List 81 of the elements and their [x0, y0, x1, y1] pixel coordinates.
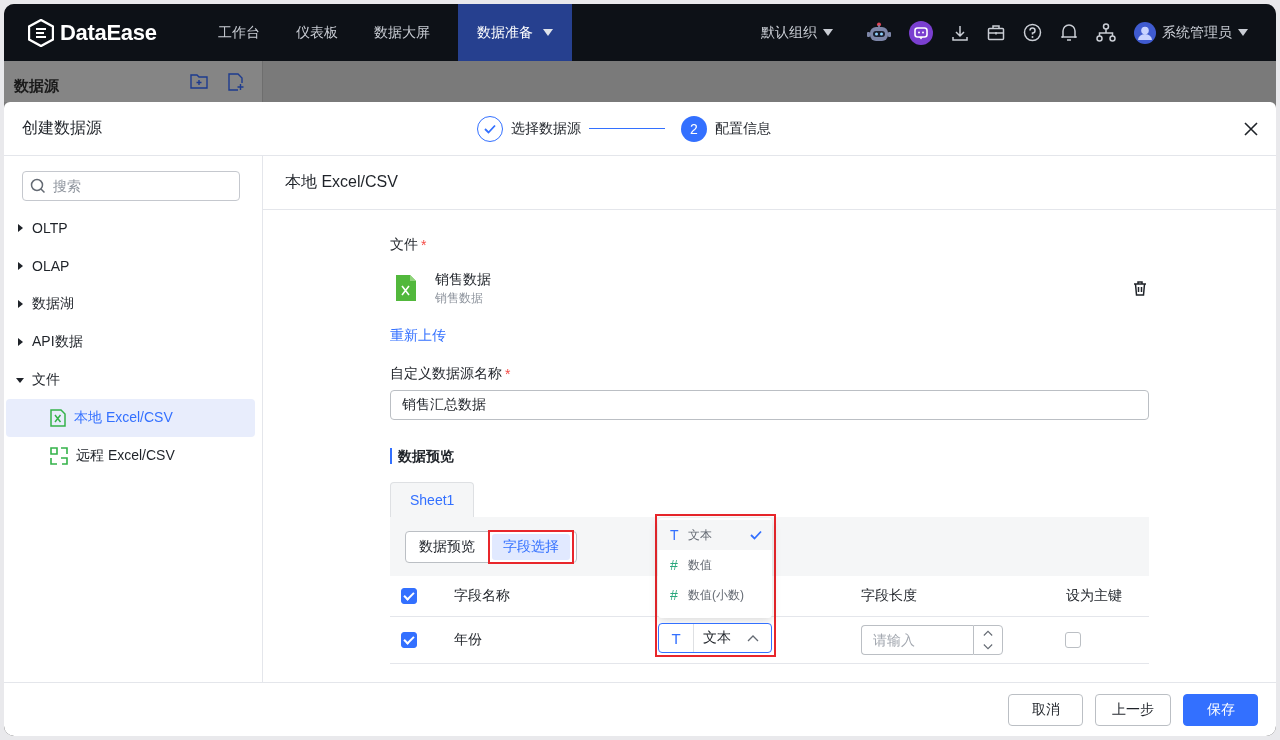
new-folder-icon[interactable] [190, 72, 208, 89]
table-cell-text: 年份 [453, 631, 483, 649]
dropdown-option[interactable]: # 数值(小数) [658, 580, 772, 610]
panel-title: 数据源 [14, 76, 60, 96]
help-icon[interactable] [1023, 23, 1042, 42]
check-icon [750, 530, 762, 540]
tree-item[interactable]: 数据湖 [32, 295, 74, 313]
required-mark: * [421, 237, 427, 253]
org-selector[interactable]: 默认组织 [761, 23, 833, 42]
delete-icon[interactable] [1133, 280, 1147, 296]
user-name: 系统管理员 [1162, 23, 1232, 42]
tree-item[interactable]: 本地 Excel/CSV [6, 399, 255, 437]
footer-button[interactable]: 上一步 [1095, 693, 1171, 726]
field-label: 文件 [390, 236, 418, 254]
robot-icon[interactable] [867, 21, 891, 44]
tree-item[interactable]: OLTP [32, 220, 68, 236]
footer-button[interactable]: 保存 [1183, 693, 1258, 726]
remote-file-icon [50, 447, 68, 465]
toggle-button[interactable]: 字段选择 [492, 533, 570, 560]
column-header: 设为主键 [1066, 587, 1123, 605]
toggle-button[interactable]: 数据预览 [406, 533, 488, 560]
dialog-title: 创建数据源 [22, 118, 103, 138]
option-label: 数值(小数) [688, 586, 745, 604]
download-icon[interactable] [951, 23, 969, 42]
step-label: 选择数据源 [511, 119, 581, 138]
file-subtitle: 销售数据 [435, 290, 484, 307]
dropdown-option[interactable]: T 文本 [658, 520, 772, 550]
required-mark: * [505, 366, 511, 382]
caret-icon [1238, 29, 1248, 36]
footer-button[interactable]: 取消 [1008, 693, 1083, 726]
caret-icon[interactable] [16, 300, 24, 308]
chat-icon[interactable] [909, 20, 933, 45]
stepper-icon[interactable] [973, 625, 1003, 655]
caret-icon[interactable] [16, 224, 24, 232]
caret-icon[interactable] [16, 338, 24, 346]
type-icon: # [670, 557, 680, 573]
bell-icon[interactable] [1060, 23, 1078, 42]
excel-file-icon [395, 274, 417, 302]
reupload-link[interactable]: 重新上传 [390, 327, 446, 345]
option-label: 数值 [688, 556, 713, 574]
checkbox[interactable] [401, 632, 417, 648]
excel-file-icon [50, 409, 66, 427]
tree-item[interactable]: 文件 [32, 371, 60, 389]
logo-text: DataEase [60, 19, 157, 46]
nav-menu-item[interactable]: 数据准备 [458, 4, 572, 61]
logo-icon [28, 18, 54, 47]
section-title: 数据预览 [390, 448, 454, 464]
tree-item[interactable]: 远程 Excel/CSV [6, 437, 255, 475]
close-icon[interactable] [1244, 121, 1258, 136]
content-title: 本地 Excel/CSV [263, 156, 1276, 210]
column-header: 字段名称 [453, 587, 511, 605]
column-header: 字段长度 [861, 587, 918, 605]
avatar-icon [1134, 21, 1156, 44]
nav-menu-item[interactable]: 仪表板 [278, 4, 356, 61]
type-icon: # [670, 587, 680, 603]
caret-icon[interactable] [16, 262, 24, 270]
length-input[interactable]: 请输入 [861, 625, 973, 655]
search-field[interactable]: 搜索 [22, 171, 240, 201]
tree-item[interactable]: API数据 [32, 333, 83, 351]
dropdown-option[interactable]: # 数值 [658, 550, 772, 580]
type-select[interactable]: T 文本 [658, 623, 772, 653]
sheet-tab[interactable]: Sheet1 [390, 482, 475, 517]
search-icon [30, 178, 46, 194]
step-number: 2 [681, 115, 707, 142]
nav-menu-item[interactable]: 工作台 [200, 4, 278, 61]
file-name: 销售数据 [435, 270, 492, 289]
caret-icon [823, 29, 833, 36]
checkbox[interactable] [401, 588, 417, 604]
checkbox[interactable] [1065, 632, 1081, 648]
step-label: 配置信息 [715, 119, 771, 138]
user-menu[interactable]: 系统管理员 [1134, 21, 1248, 44]
field-label: 自定义数据源名称 [390, 365, 502, 383]
caret-icon[interactable] [16, 376, 24, 384]
option-label: 文本 [688, 526, 713, 544]
new-file-icon[interactable] [228, 72, 244, 91]
type-icon: T [670, 527, 680, 543]
org-chart-icon[interactable] [1096, 23, 1116, 42]
tree-item[interactable]: OLAP [32, 258, 70, 274]
briefcase-icon[interactable] [987, 23, 1005, 42]
name-input[interactable]: 销售汇总数据 [390, 390, 1149, 420]
nav-menu-item[interactable]: 数据大屏 [356, 4, 448, 61]
